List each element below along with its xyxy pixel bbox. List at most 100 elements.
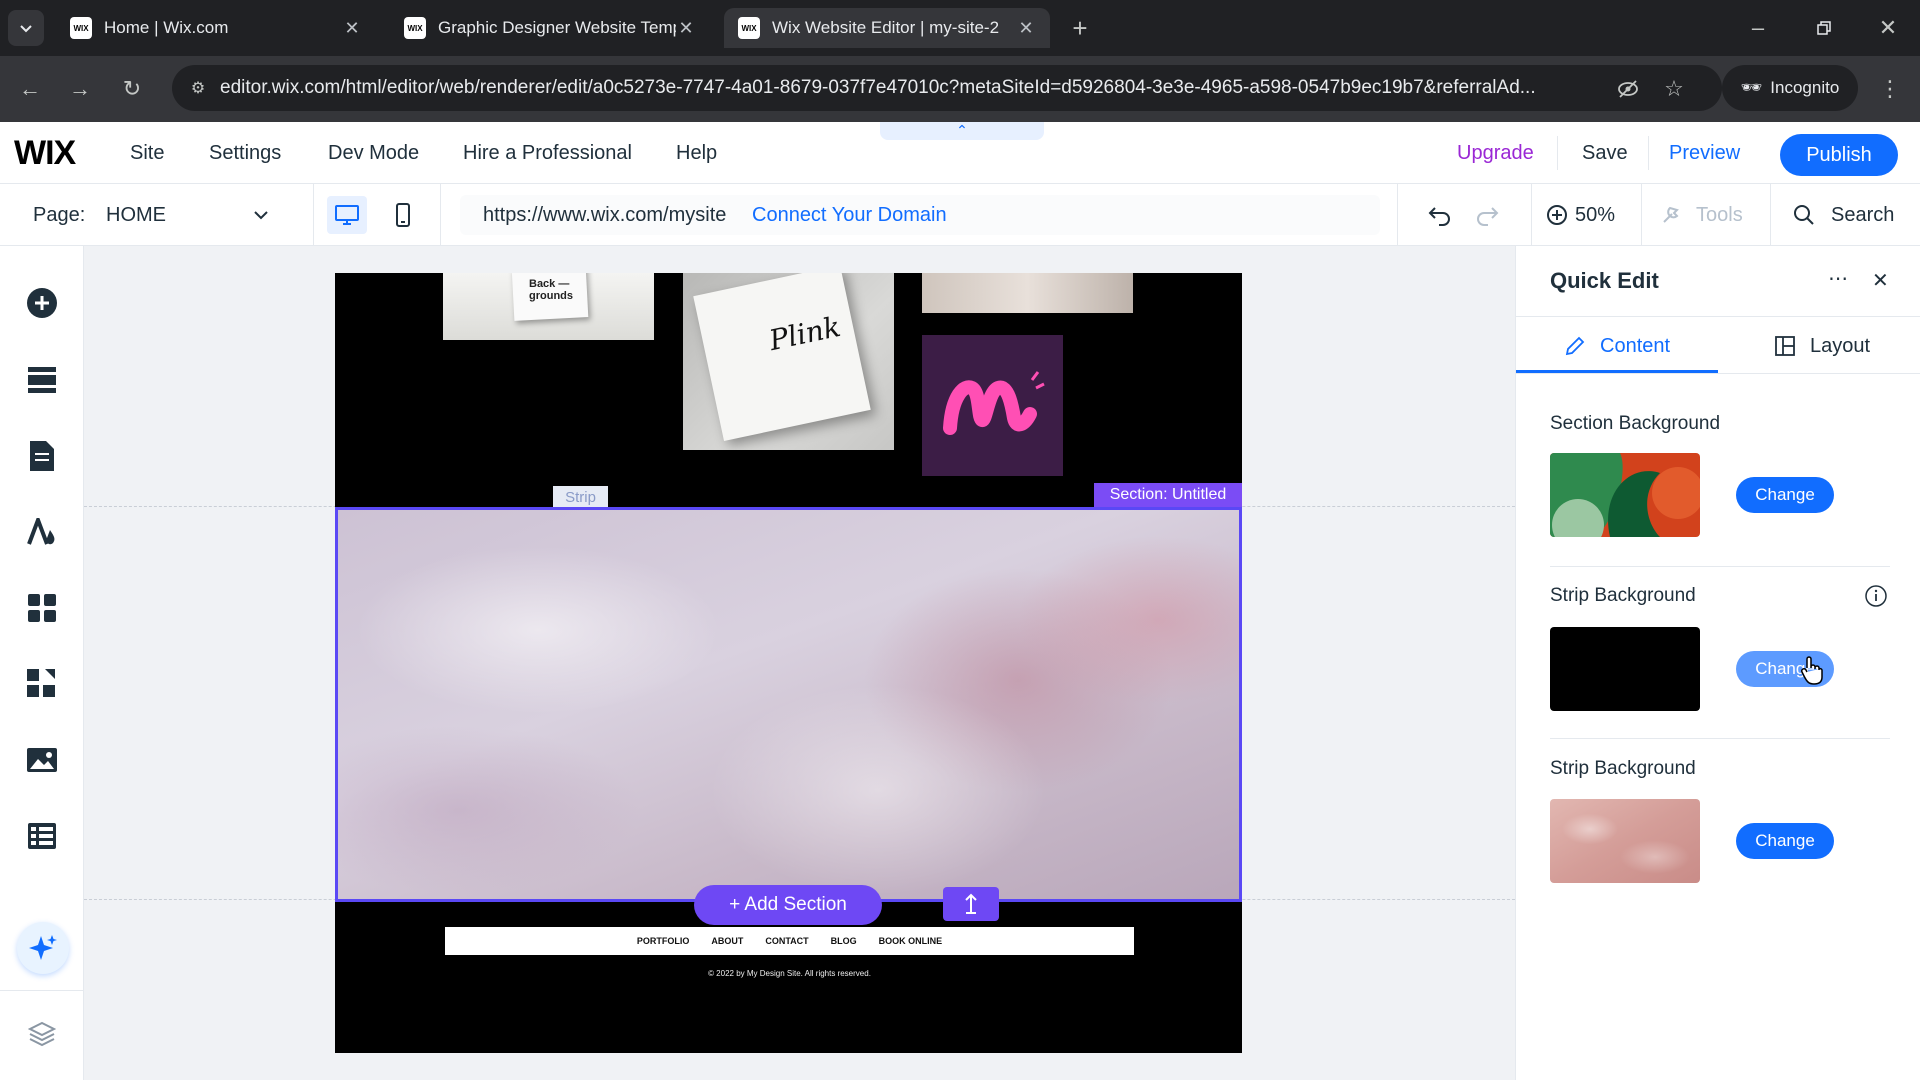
wix-favicon-icon: WIX bbox=[738, 17, 760, 39]
url-input[interactable]: ⚙ editor.wix.com/html/editor/web/rendere… bbox=[172, 65, 1722, 111]
connect-domain-link[interactable]: Connect Your Domain bbox=[752, 204, 947, 227]
close-icon[interactable]: ✕ bbox=[676, 18, 696, 39]
tracking-off-icon[interactable] bbox=[1610, 71, 1646, 107]
ai-assistant-icon[interactable] bbox=[17, 922, 69, 974]
footer-nav-about[interactable]: ABOUT bbox=[711, 936, 743, 946]
minimize-icon[interactable]: – bbox=[1740, 10, 1776, 46]
tab-content[interactable]: Content bbox=[1516, 317, 1718, 373]
back-icon[interactable]: ← bbox=[12, 71, 48, 107]
search-button[interactable]: Search bbox=[1831, 204, 1894, 227]
incognito-icon: 🕶 bbox=[1740, 78, 1763, 97]
strip-label: Strip bbox=[553, 486, 608, 508]
sections-icon[interactable] bbox=[22, 360, 62, 400]
pages-icon[interactable] bbox=[22, 436, 62, 476]
page-selector[interactable]: HOME bbox=[106, 204, 166, 227]
wix-favicon-icon: WIX bbox=[70, 17, 92, 39]
incognito-badge[interactable]: 🕶 Incognito bbox=[1722, 65, 1858, 111]
incognito-label: Incognito bbox=[1770, 78, 1840, 97]
gallery-image-m-logo[interactable] bbox=[922, 335, 1063, 476]
close-icon[interactable]: ✕ bbox=[342, 18, 362, 39]
new-tab-icon[interactable]: + bbox=[1062, 10, 1098, 46]
mobile-view-icon[interactable] bbox=[386, 196, 420, 234]
editor-canvas[interactable]: Back — grounds Plink Strip Section: Unti… bbox=[84, 246, 1515, 1080]
strip-selected[interactable] bbox=[335, 507, 1242, 902]
reload-icon[interactable]: ↻ bbox=[114, 71, 150, 107]
publish-button[interactable]: Publish bbox=[1780, 134, 1898, 176]
apps-icon[interactable] bbox=[22, 588, 62, 628]
browser-tab-editor[interactable]: WIX Wix Website Editor | my-site-2 ✕ bbox=[724, 8, 1050, 48]
add-elements-icon[interactable] bbox=[22, 283, 62, 323]
divider bbox=[1550, 566, 1890, 567]
desktop-view-icon[interactable] bbox=[327, 196, 367, 234]
left-toolbar bbox=[0, 246, 84, 1080]
menu-help[interactable]: Help bbox=[676, 142, 717, 165]
gallery-image-backgrounds[interactable]: Back — grounds bbox=[443, 273, 654, 340]
tab-title: Home | Wix.com bbox=[104, 18, 229, 37]
browser-tab-home[interactable]: WIX Home | Wix.com ✕ bbox=[56, 8, 376, 48]
zoom-icon[interactable] bbox=[1546, 204, 1568, 226]
add-section-button[interactable]: + Add Section bbox=[694, 885, 882, 925]
panel-title: Quick Edit bbox=[1550, 268, 1659, 293]
m-logo-icon bbox=[942, 370, 1045, 435]
chevron-down-icon[interactable] bbox=[252, 206, 270, 224]
collapse-topbar-handle[interactable]: ⌃ bbox=[880, 122, 1044, 140]
upgrade-link[interactable]: Upgrade bbox=[1457, 142, 1534, 165]
media-icon[interactable] bbox=[22, 740, 62, 780]
footer-nav-book-online[interactable]: BOOK ONLINE bbox=[879, 936, 943, 946]
footer-nav-blog[interactable]: BLOG bbox=[831, 936, 857, 946]
restore-icon[interactable] bbox=[1806, 10, 1842, 46]
cms-table-icon[interactable] bbox=[22, 816, 62, 856]
window-close-icon[interactable]: ✕ bbox=[1870, 10, 1906, 46]
anchor-move-icon[interactable] bbox=[943, 887, 999, 921]
section-label[interactable]: Section: Untitled bbox=[1094, 483, 1242, 507]
wix-logo[interactable]: WIX bbox=[14, 134, 76, 173]
zoom-level[interactable]: 50% bbox=[1575, 204, 1615, 227]
redo-icon[interactable] bbox=[1474, 202, 1500, 228]
change-strip-background-2-button[interactable]: Change bbox=[1736, 823, 1834, 859]
gallery-image-plink[interactable]: Plink bbox=[683, 273, 894, 450]
business-apps-icon[interactable] bbox=[22, 664, 62, 704]
site-info-icon[interactable]: ⚙ bbox=[180, 70, 216, 106]
divider bbox=[1770, 184, 1771, 246]
theme-icon[interactable] bbox=[22, 512, 62, 552]
menu-hire-professional[interactable]: Hire a Professional bbox=[463, 142, 632, 165]
footer-nav-contact[interactable]: CONTACT bbox=[765, 936, 808, 946]
divider bbox=[440, 184, 441, 246]
card-text: Back — grounds bbox=[529, 278, 573, 302]
tools-button[interactable]: Tools bbox=[1696, 204, 1743, 227]
search-icon[interactable] bbox=[1793, 204, 1815, 226]
footer-copyright: © 2022 by My Design Site. All rights res… bbox=[708, 969, 871, 978]
divider bbox=[1397, 184, 1398, 246]
forward-icon[interactable]: → bbox=[62, 71, 98, 107]
strip-background-title: Strip Background bbox=[1550, 585, 1696, 606]
browser-menu-icon[interactable]: ⋮ bbox=[1872, 71, 1908, 107]
layers-icon[interactable] bbox=[22, 1014, 62, 1054]
tab-search-icon[interactable] bbox=[8, 10, 44, 46]
info-icon[interactable] bbox=[1864, 584, 1888, 608]
strip-background-swatch-black[interactable] bbox=[1550, 627, 1700, 711]
tab-layout[interactable]: Layout bbox=[1718, 317, 1920, 373]
close-icon[interactable]: ✕ bbox=[1872, 268, 1889, 293]
save-button[interactable]: Save bbox=[1582, 142, 1628, 165]
divider bbox=[1531, 184, 1532, 246]
change-section-background-button[interactable]: Change bbox=[1736, 477, 1834, 513]
browser-tab-template[interactable]: WIX Graphic Designer Website Temp ✕ bbox=[390, 8, 710, 48]
bookmark-star-icon[interactable]: ☆ bbox=[1656, 71, 1692, 107]
gallery-image-stationery[interactable] bbox=[922, 273, 1133, 313]
close-icon[interactable]: ✕ bbox=[1016, 18, 1036, 39]
strip-background-swatch-fabric[interactable] bbox=[1550, 799, 1700, 883]
section-background-swatch[interactable] bbox=[1550, 453, 1700, 537]
undo-icon[interactable] bbox=[1427, 202, 1453, 228]
footer-nav-portfolio[interactable]: PORTFOLIO bbox=[637, 936, 690, 946]
menu-site[interactable]: Site bbox=[130, 142, 164, 165]
site-page[interactable]: Back — grounds Plink Strip Section: Unti… bbox=[335, 273, 1242, 1053]
menu-settings[interactable]: Settings bbox=[209, 142, 281, 165]
page-label: Page: bbox=[33, 204, 86, 226]
preview-button[interactable]: Preview bbox=[1669, 142, 1740, 165]
more-options-icon[interactable]: ⋯ bbox=[1828, 266, 1848, 291]
site-url: https://www.wix.com/mysite bbox=[483, 204, 727, 226]
divider bbox=[1516, 373, 1920, 374]
browser-tab-bar: WIX Home | Wix.com ✕ WIX Graphic Designe… bbox=[0, 0, 1920, 56]
menu-dev-mode[interactable]: Dev Mode bbox=[328, 142, 419, 165]
tools-icon[interactable] bbox=[1660, 204, 1682, 226]
